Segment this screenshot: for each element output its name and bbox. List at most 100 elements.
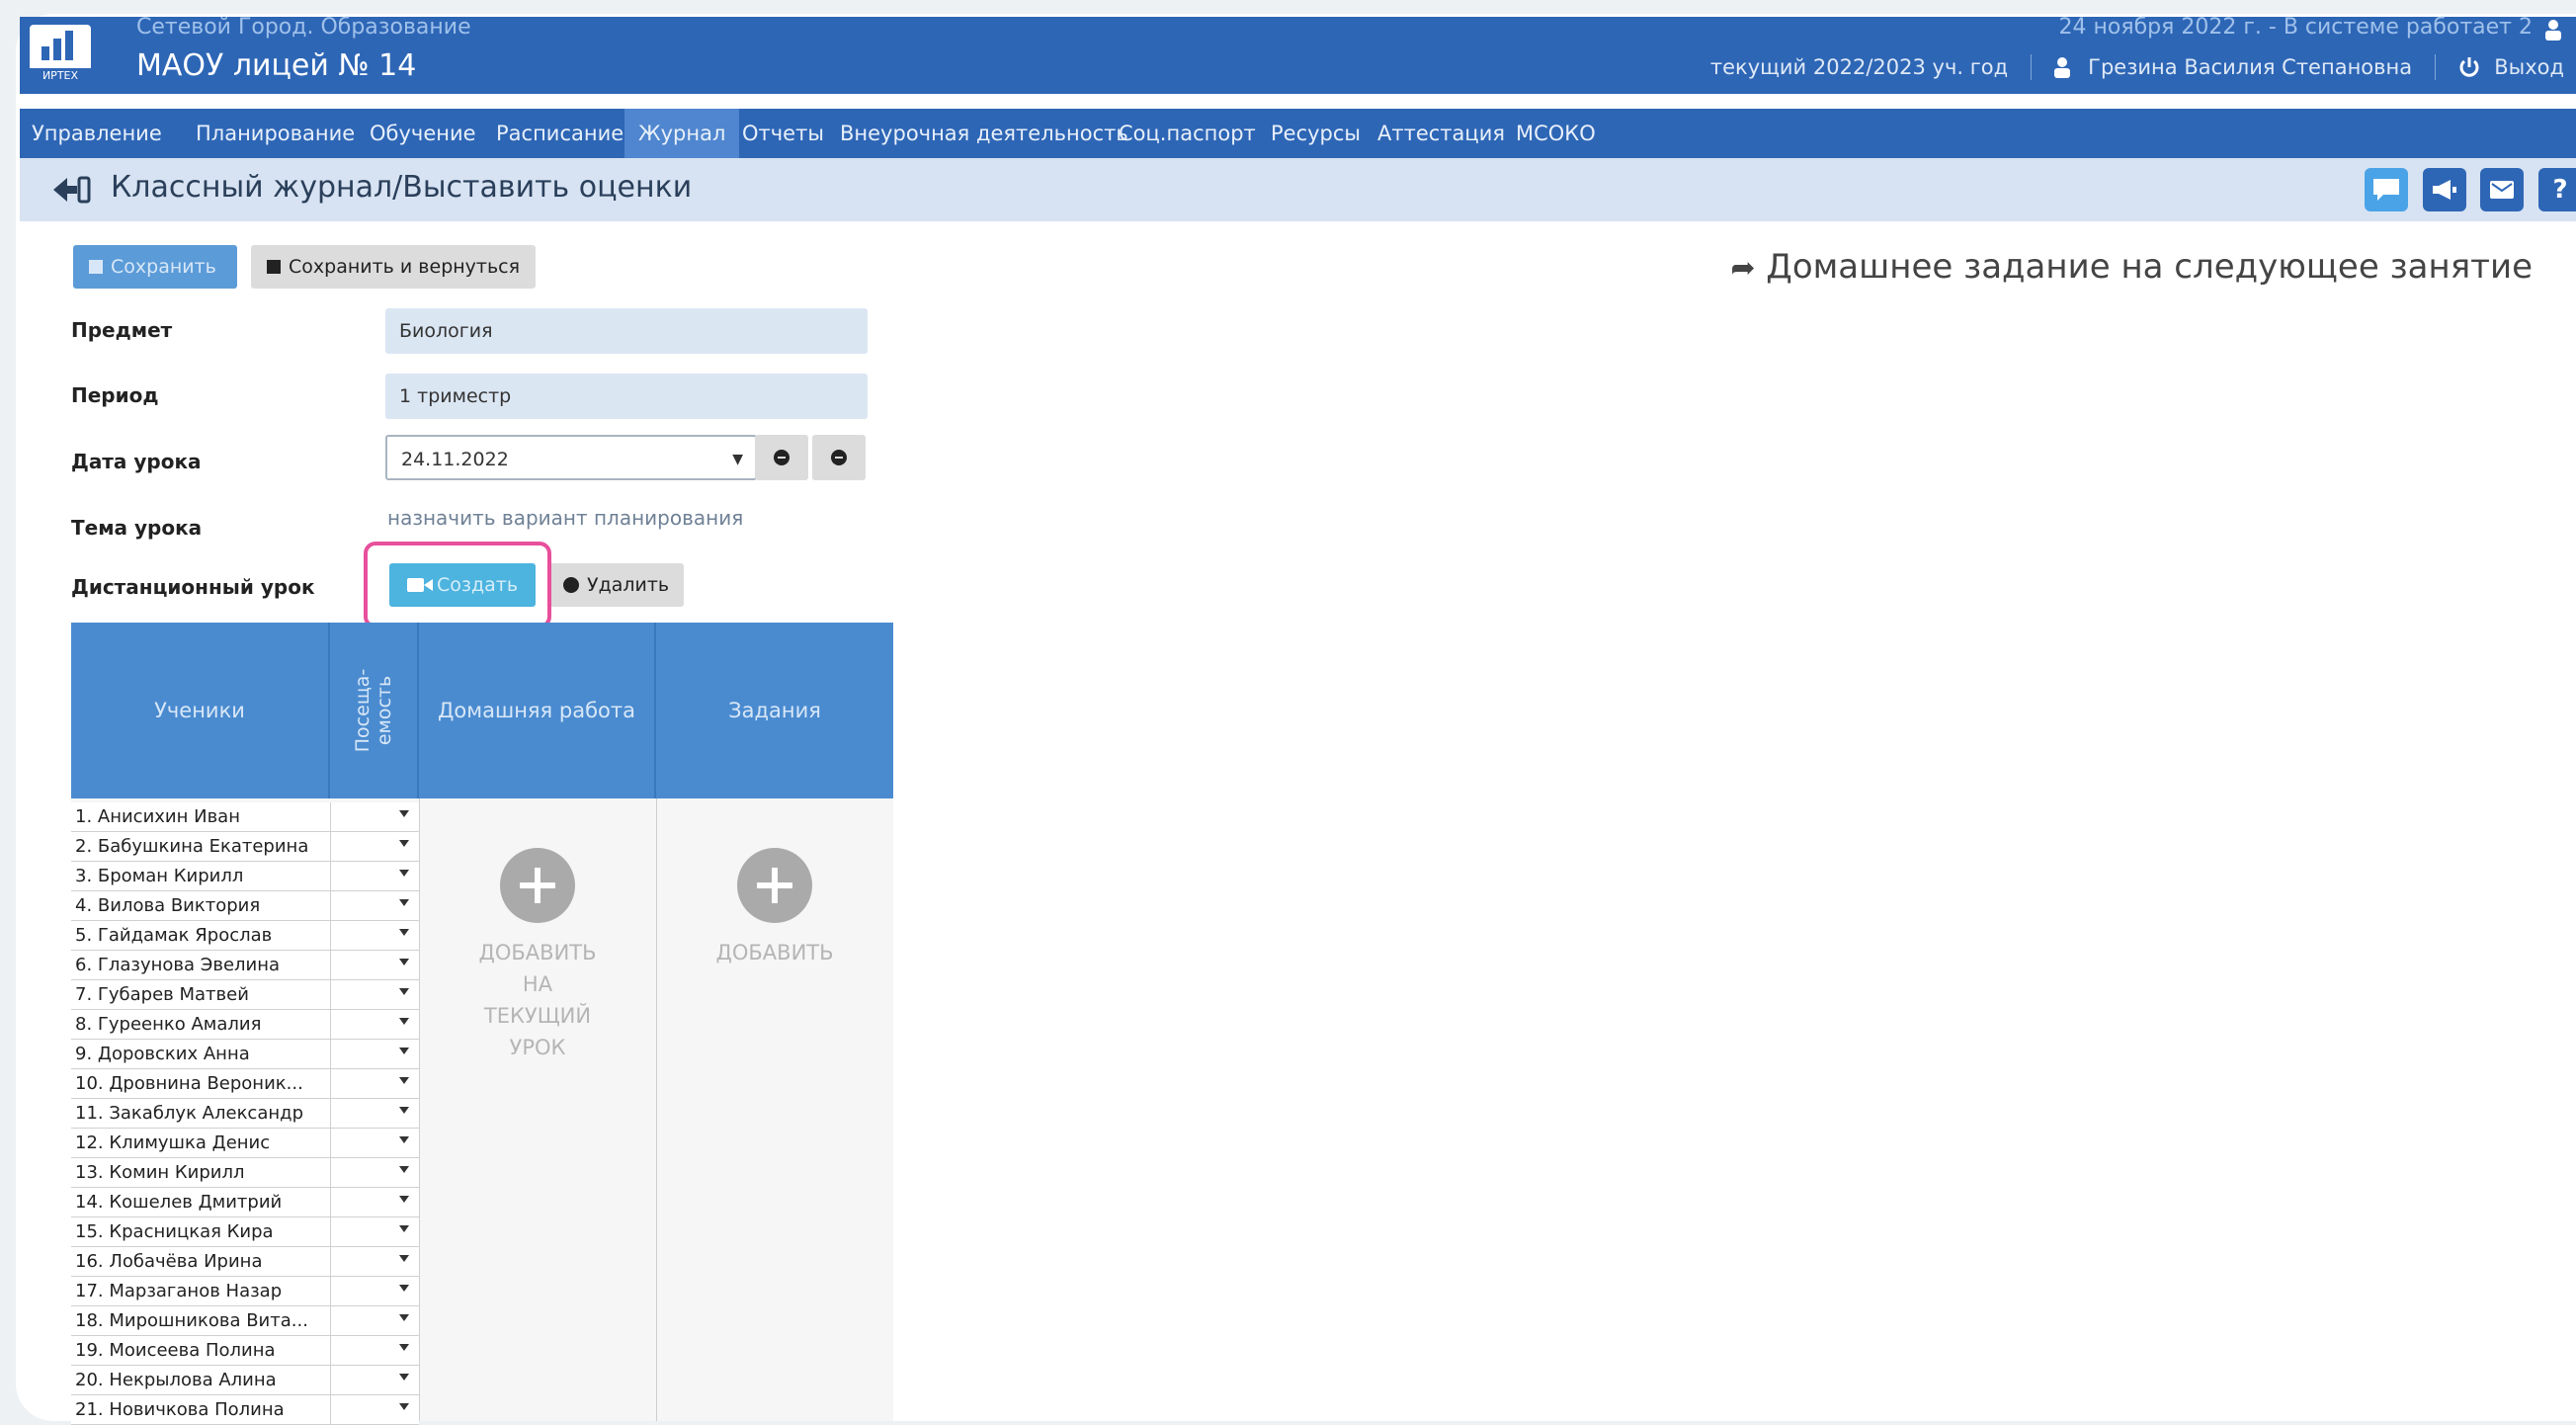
- add-homework-cell[interactable]: ДОБАВИТЬ НА ТЕКУЩИЙ УРОК: [419, 798, 656, 1421]
- student-name: 17. Марзаганов Назар: [75, 1281, 283, 1301]
- student-name: 21. Новичкова Полина: [75, 1399, 285, 1420]
- page-titlebar: Классный журнал/Выставить оценки ?: [20, 158, 2576, 221]
- minus-circle-icon: [831, 450, 847, 465]
- attendance-select[interactable]: [330, 1395, 419, 1424]
- period-field[interactable]: 1 триместр: [385, 374, 868, 419]
- megaphone-icon: [2433, 180, 2456, 200]
- dropdown-caret-icon: [399, 1018, 409, 1025]
- attendance-select[interactable]: [330, 980, 419, 1009]
- minus-circle-icon: [563, 577, 579, 593]
- dropdown-caret-icon: [399, 1374, 409, 1381]
- assign-planning-link[interactable]: назначить вариант планирования: [387, 506, 743, 530]
- app-logo[interactable]: ИРТЕХ: [30, 25, 91, 84]
- attendance-select[interactable]: [330, 891, 419, 920]
- save-button[interactable]: Сохранить: [73, 245, 237, 289]
- messages-button[interactable]: [2480, 168, 2524, 211]
- dropdown-caret-icon: [399, 929, 409, 936]
- student-name: 12. Климушка Денис: [75, 1132, 271, 1153]
- main-menu: Управление Планирование Обучение Расписа…: [20, 109, 2576, 158]
- homework-next-link[interactable]: ➦ Домашнее задание на следующее занятие: [1730, 247, 2533, 287]
- back-arrow-icon[interactable]: [51, 174, 91, 206]
- attendance-select[interactable]: [330, 1217, 419, 1246]
- attendance-select[interactable]: [330, 1129, 419, 1157]
- dropdown-caret-icon: [399, 1107, 409, 1114]
- topic-label: Тема урока: [71, 516, 203, 540]
- attendance-select[interactable]: [330, 1247, 419, 1276]
- attendance-select[interactable]: [330, 832, 419, 861]
- student-name: 10. Дровнина Вероник...: [75, 1073, 303, 1094]
- plus-circle-icon[interactable]: [737, 848, 812, 923]
- menu-item-extracurricular[interactable]: Внеурочная деятельность: [840, 109, 1128, 158]
- table-row: 3. Броман Кирилл: [71, 862, 419, 891]
- user-icon: [2054, 57, 2071, 78]
- menu-item-reports[interactable]: Отчеты: [742, 109, 824, 158]
- dropdown-caret-icon: [399, 988, 409, 995]
- menu-item-social-passport[interactable]: Соц.паспорт: [1119, 109, 1256, 158]
- attendance-select[interactable]: [330, 1069, 419, 1098]
- subject-field[interactable]: Биология: [385, 308, 868, 354]
- attendance-select[interactable]: [330, 1099, 419, 1128]
- attendance-select[interactable]: [330, 951, 419, 979]
- previous-date-button[interactable]: [755, 435, 808, 480]
- logo-text: ИРТЕХ: [30, 68, 91, 84]
- attendance-select[interactable]: [330, 1188, 419, 1216]
- menu-item-schedule[interactable]: Расписание: [496, 109, 623, 158]
- attendance-select[interactable]: [330, 802, 419, 831]
- top-header: ИРТЕХ Сетевой Город. Образование МАОУ ли…: [20, 15, 2576, 94]
- dropdown-caret-icon: [399, 1196, 409, 1203]
- menu-item-attestation[interactable]: Аттестация: [1377, 109, 1505, 158]
- attendance-select[interactable]: [330, 1040, 419, 1068]
- student-name: 6. Глазунова Эвелина: [75, 955, 281, 975]
- highlight-frame: [364, 542, 551, 629]
- student-name: 19. Моисеева Полина: [75, 1340, 276, 1361]
- remote-lesson-label: Дистанционный урок: [71, 575, 315, 599]
- help-button[interactable]: ?: [2538, 168, 2576, 211]
- save-and-return-button[interactable]: Сохранить и вернуться: [251, 245, 536, 289]
- save-icon: [267, 260, 281, 274]
- menu-item-resources[interactable]: Ресурсы: [1271, 109, 1361, 158]
- attendance-select[interactable]: [330, 862, 419, 890]
- logout-link[interactable]: Выход: [2494, 55, 2564, 79]
- delete-remote-lesson-button[interactable]: Удалить: [547, 563, 684, 607]
- mail-icon: [2490, 181, 2514, 199]
- menu-item-journal[interactable]: Журнал: [624, 109, 740, 158]
- school-year-link[interactable]: текущий 2022/2023 уч. год: [1710, 55, 2008, 79]
- student-name: 3. Броман Кирилл: [75, 866, 244, 886]
- chat-button[interactable]: [2365, 168, 2408, 211]
- attendance-select[interactable]: [330, 1306, 419, 1335]
- dropdown-caret-icon: [399, 870, 409, 877]
- menu-item-management[interactable]: Управление: [32, 109, 162, 158]
- table-row: 14. Кошелев Дмитрий: [71, 1188, 419, 1217]
- add-tasks-label[interactable]: ДОБАВИТЬ: [656, 937, 893, 968]
- next-date-button[interactable]: [812, 435, 866, 480]
- student-name: 11. Закаблук Александр: [75, 1103, 304, 1124]
- announcements-button[interactable]: [2423, 168, 2466, 211]
- attendance-select[interactable]: [330, 1366, 419, 1394]
- menu-item-planning[interactable]: Планирование: [196, 109, 355, 158]
- page-title: Классный журнал/Выставить оценки: [111, 170, 693, 205]
- chat-bubble-icon: [2373, 179, 2399, 201]
- table-row: 12. Климушка Денис: [71, 1129, 419, 1158]
- student-name: 4. Вилова Виктория: [75, 895, 261, 916]
- grades-table: Ученики Посеща- емость Домашняя работа З…: [71, 623, 893, 1425]
- attendance-select[interactable]: [330, 921, 419, 950]
- attendance-select[interactable]: [330, 1158, 419, 1187]
- date-select[interactable]: 24.11.2022 ▼: [385, 435, 757, 480]
- plus-circle-icon[interactable]: [500, 848, 575, 923]
- attendance-select[interactable]: [330, 1277, 419, 1305]
- column-attendance-label: Посеща- емость: [352, 668, 395, 753]
- user-name-link[interactable]: Грезина Василия Степановна: [2088, 55, 2412, 79]
- table-row: 16. Лобачёва Ирина: [71, 1247, 419, 1277]
- table-header: Ученики Посеща- емость Домашняя работа З…: [71, 623, 893, 798]
- attendance-select[interactable]: [330, 1010, 419, 1039]
- dropdown-caret-icon: [399, 840, 409, 847]
- dropdown-caret-icon: [399, 1225, 409, 1232]
- dropdown-caret-icon: [399, 810, 409, 817]
- add-tasks-cell[interactable]: ДОБАВИТЬ: [656, 798, 893, 1421]
- add-homework-label[interactable]: ДОБАВИТЬ НА ТЕКУЩИЙ УРОК: [419, 937, 656, 1063]
- menu-item-education[interactable]: Обучение: [370, 109, 476, 158]
- student-name: 9. Доровских Анна: [75, 1044, 250, 1064]
- table-row: 7. Губарев Матвей: [71, 980, 419, 1010]
- menu-item-msoko[interactable]: МСОКО: [1516, 109, 1596, 158]
- attendance-select[interactable]: [330, 1336, 419, 1365]
